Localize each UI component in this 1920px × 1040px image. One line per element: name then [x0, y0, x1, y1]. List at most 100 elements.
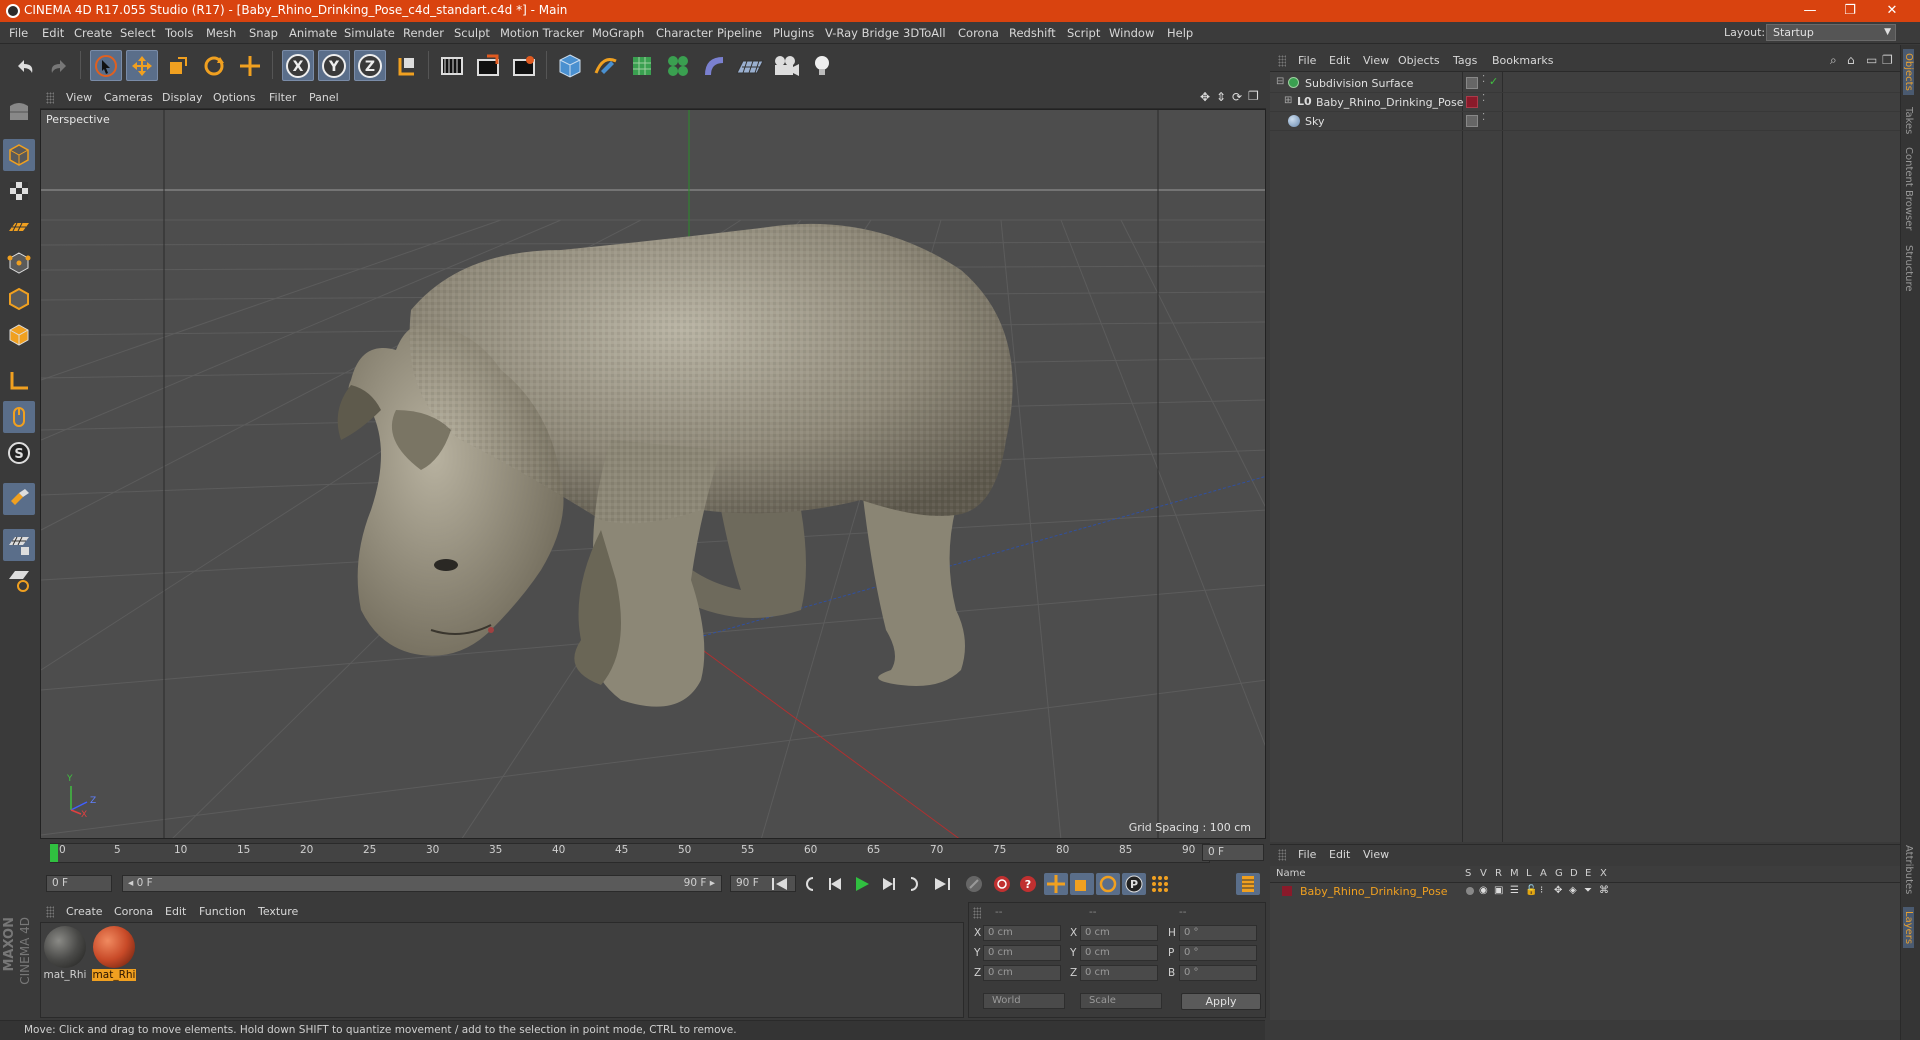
viewport-perspective[interactable]: Perspective Y Z X Grid Spacing : 100 cm: [40, 109, 1266, 839]
planar-workplane-icon[interactable]: [3, 565, 35, 597]
close-button[interactable]: ✕: [1872, 1, 1912, 21]
viewport-menu-options[interactable]: Options: [213, 91, 255, 104]
material-swatch[interactable]: mat_Rhi: [92, 926, 136, 981]
viewport-menu-panel[interactable]: Panel: [309, 91, 339, 104]
layer-col-deformers[interactable]: D: [1570, 868, 1578, 879]
z-axis-icon[interactable]: Z: [354, 50, 386, 81]
om-menu-edit[interactable]: Edit: [1329, 54, 1350, 67]
xref-toggle-icon[interactable]: ⌘: [1599, 885, 1609, 896]
viewport-menu-filter[interactable]: Filter: [269, 91, 296, 104]
x-axis-icon[interactable]: X: [282, 50, 314, 81]
coord-pos-y-field[interactable]: 0 cm: [983, 945, 1061, 961]
coord-space-select[interactable]: World: [983, 993, 1065, 1009]
keyframe-help-icon[interactable]: ?: [1016, 873, 1040, 895]
viewport-menu-view[interactable]: View: [66, 91, 92, 104]
layer-col-generators[interactable]: G: [1555, 868, 1563, 879]
menu-vray-bridge[interactable]: V-Ray Bridge: [825, 26, 899, 40]
texture-mode-icon[interactable]: [3, 175, 35, 207]
om-menu-view[interactable]: View: [1363, 54, 1389, 67]
viewport-zoom-icon[interactable]: ⇕: [1216, 90, 1226, 104]
visibility-dots-icon[interactable]: ⁚: [1482, 93, 1485, 104]
tab-attributes[interactable]: Attributes: [1903, 845, 1914, 894]
coord-rot-h-field[interactable]: 0 °: [1179, 925, 1257, 941]
autokey-icon[interactable]: [962, 873, 986, 895]
coord-size-z-field[interactable]: 0 cm: [1080, 965, 1158, 981]
object-row[interactable]: ⊞ L0 Baby_Rhino_Drinking_Pose ⁚: [1270, 93, 1900, 112]
layer-swatch-icon[interactable]: [1466, 77, 1478, 89]
layer-col-view[interactable]: V: [1480, 868, 1487, 879]
deformer-icon[interactable]: [698, 50, 730, 81]
animation-toggle-icon[interactable]: ⁝: [1540, 885, 1543, 896]
select-cursor-icon[interactable]: [90, 50, 122, 81]
material-menu-corona[interactable]: Corona: [114, 905, 153, 918]
menu-render[interactable]: Render: [403, 26, 444, 40]
polygons-mode-icon[interactable]: [3, 319, 35, 351]
tab-structure[interactable]: Structure: [1903, 245, 1914, 292]
layer-col-animation[interactable]: A: [1540, 868, 1547, 879]
record-icon[interactable]: [990, 873, 1014, 895]
layout-select[interactable]: Startup ▼: [1766, 24, 1896, 41]
move-icon[interactable]: [126, 50, 158, 81]
floor-icon[interactable]: [734, 50, 766, 81]
menu-create[interactable]: Create: [74, 26, 112, 40]
render-toggle-icon[interactable]: ▣: [1494, 885, 1503, 896]
coord-rot-p-field[interactable]: 0 °: [1179, 945, 1257, 961]
enabled-check-icon[interactable]: ✓: [1489, 75, 1498, 88]
material-menu-create[interactable]: Create: [66, 905, 103, 918]
material-menu-function[interactable]: Function: [199, 905, 246, 918]
go-to-start-icon[interactable]: [768, 873, 792, 895]
home-icon[interactable]: ⌂: [1847, 53, 1855, 67]
timeline-ruler[interactable]: 0 5 10 15 20 25 30 35 40 45 50 55 60 65 …: [40, 842, 1266, 864]
current-frame-field[interactable]: 0 F: [1202, 844, 1264, 861]
playhead[interactable]: [50, 844, 58, 862]
next-frame-icon[interactable]: [876, 873, 900, 895]
layer-col-name[interactable]: Name: [1276, 868, 1306, 879]
manager-toggle-icon[interactable]: ☰: [1510, 885, 1519, 896]
tab-content-browser[interactable]: Content Browser: [1903, 147, 1914, 230]
lock-toggle-icon[interactable]: 🔓: [1525, 885, 1537, 896]
key-rotation-icon[interactable]: [1096, 873, 1120, 895]
layer-col-render[interactable]: R: [1495, 868, 1502, 879]
redo-icon[interactable]: [44, 50, 76, 81]
layer-col-locked[interactable]: L: [1526, 868, 1532, 879]
lm-menu-view[interactable]: View: [1363, 848, 1389, 861]
menu-snap[interactable]: Snap: [249, 26, 278, 40]
menu-character[interactable]: Character: [656, 26, 713, 40]
menu-tools[interactable]: Tools: [165, 26, 193, 40]
undo-icon[interactable]: [8, 50, 40, 81]
menu-redshift[interactable]: Redshift: [1009, 26, 1056, 40]
menu-file[interactable]: File: [9, 26, 28, 40]
coord-pos-z-field[interactable]: 0 cm: [983, 965, 1061, 981]
coord-pos-x-field[interactable]: 0 cm: [983, 925, 1061, 941]
layer-col-manager[interactable]: M: [1510, 868, 1519, 879]
coord-rot-b-field[interactable]: 0 °: [1179, 965, 1257, 981]
deformer-toggle-icon[interactable]: ◈: [1569, 885, 1577, 896]
start-frame-field[interactable]: 0 F: [46, 875, 112, 892]
om-menu-bookmarks[interactable]: Bookmarks: [1492, 54, 1553, 67]
menu-simulate[interactable]: Simulate: [344, 26, 395, 40]
lm-menu-edit[interactable]: Edit: [1329, 848, 1350, 861]
model-mode-icon[interactable]: [3, 139, 35, 171]
layer-col-expressions[interactable]: E: [1585, 868, 1591, 879]
frame-range-slider[interactable]: ◂ 0 F 90 F ▸: [122, 875, 722, 892]
coordinate-system-icon[interactable]: [390, 50, 422, 81]
edges-mode-icon[interactable]: [3, 283, 35, 315]
expand-icon[interactable]: ⊞: [1284, 95, 1292, 106]
menu-motion-tracker[interactable]: Motion Tracker: [500, 26, 584, 40]
magnet-icon[interactable]: [3, 483, 35, 515]
key-parameter-icon[interactable]: P: [1122, 873, 1146, 895]
key-scale-icon[interactable]: [1070, 873, 1094, 895]
menu-mesh[interactable]: Mesh: [206, 26, 236, 40]
viewport-menu-display[interactable]: Display: [162, 91, 203, 104]
search-icon[interactable]: ⌕: [1830, 53, 1837, 68]
key-position-icon[interactable]: [1044, 873, 1068, 895]
previous-frame-icon[interactable]: [824, 873, 848, 895]
live-select-icon[interactable]: [234, 50, 266, 81]
object-row[interactable]: ⊟ Subdivision Surface ⁚ ✓: [1270, 74, 1900, 93]
go-to-end-icon[interactable]: [930, 873, 954, 895]
object-row[interactable]: Sky ⁚: [1270, 112, 1900, 131]
render-settings-icon[interactable]: [508, 50, 540, 81]
previous-key-icon[interactable]: [798, 873, 822, 895]
material-swatch[interactable]: mat_Rhi: [43, 926, 87, 981]
om-menu-objects[interactable]: Objects: [1398, 54, 1440, 67]
